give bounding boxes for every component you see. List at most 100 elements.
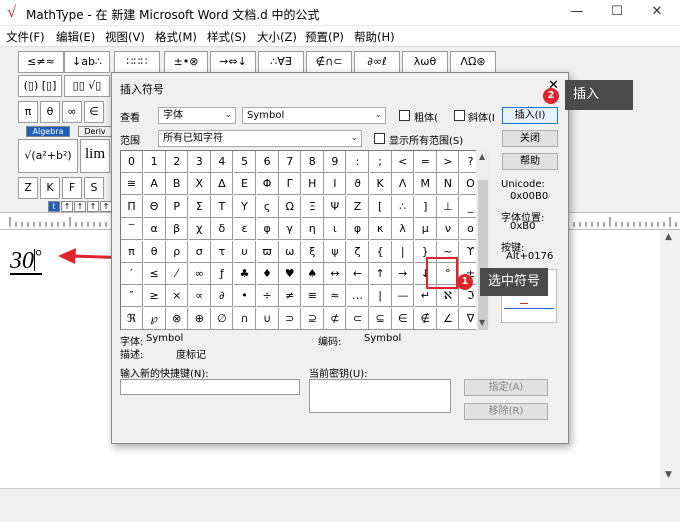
view-select[interactable]: 字体 ⌄ bbox=[158, 107, 236, 124]
symbol-cell[interactable]: Γ bbox=[279, 173, 302, 196]
symbol-cell[interactable]: ″ bbox=[121, 285, 143, 308]
symbol-cell[interactable]: ; bbox=[369, 151, 392, 173]
symbol-cell[interactable]: | bbox=[392, 240, 415, 263]
symbol-cell[interactable]: ρ bbox=[166, 240, 189, 263]
symbol-cell[interactable]: Ι bbox=[324, 173, 347, 196]
symbol-cell[interactable]: ω bbox=[279, 240, 302, 263]
symbol-cell[interactable]: × bbox=[166, 285, 189, 308]
symbol-cell[interactable]: ≈ bbox=[324, 285, 347, 308]
symbol-cell[interactable]: 3 bbox=[188, 151, 211, 173]
symbol-cell[interactable]: ⊄ bbox=[324, 307, 347, 330]
symbol-cell[interactable]: 7 bbox=[279, 151, 302, 173]
grid-scroll-thumb[interactable] bbox=[478, 180, 488, 330]
symbol-cell[interactable]: 8 bbox=[301, 151, 324, 173]
symbol-cell[interactable]: η bbox=[301, 218, 324, 241]
symbol-cell[interactable]: ♣ bbox=[234, 263, 256, 285]
symbol-cell[interactable]: β bbox=[166, 218, 189, 241]
symbol-cell[interactable]: ι bbox=[324, 218, 347, 241]
bold-checkbox[interactable] bbox=[399, 110, 410, 121]
symbol-cell[interactable]: Β bbox=[166, 173, 189, 196]
symbol-cell[interactable]: Υ bbox=[234, 195, 256, 218]
symbol-cell[interactable]: { bbox=[369, 240, 392, 263]
symbol-cell[interactable]: ♠ bbox=[301, 263, 324, 285]
symbol-cell[interactable]: 0 bbox=[121, 151, 143, 173]
symbol-cell[interactable]: ′ bbox=[121, 263, 143, 285]
symbol-cell[interactable]: ÷ bbox=[256, 285, 279, 308]
close-button[interactable]: 关闭 bbox=[502, 130, 558, 147]
symbol-cell[interactable]: Α bbox=[143, 173, 166, 196]
symbol-cell[interactable]: σ bbox=[188, 240, 211, 263]
show-all-ranges-checkbox[interactable] bbox=[374, 133, 385, 144]
symbol-cell[interactable]: ξ bbox=[301, 240, 324, 263]
symbol-cell[interactable]: ⊆ bbox=[369, 307, 392, 330]
symbol-cell[interactable]: Τ bbox=[211, 195, 234, 218]
symbol-cell[interactable]: 2 bbox=[166, 151, 189, 173]
symbol-cell[interactable]: Ε bbox=[234, 173, 256, 196]
symbol-cell[interactable]: ] bbox=[414, 195, 437, 218]
symbol-cell[interactable]: ν bbox=[437, 218, 460, 241]
symbol-cell[interactable]: υ bbox=[234, 240, 256, 263]
symbol-cell[interactable]: → bbox=[392, 263, 415, 285]
symbol-cell[interactable]: : bbox=[347, 151, 369, 173]
shortcut-input[interactable] bbox=[120, 379, 300, 395]
symbol-cell[interactable]: < bbox=[392, 151, 415, 173]
symbol-cell[interactable]: ≥ bbox=[143, 285, 166, 308]
insert-button[interactable]: 插入(I) bbox=[502, 107, 558, 124]
symbol-cell[interactable]: Π bbox=[121, 195, 143, 218]
symbol-cell[interactable]: Μ bbox=[414, 173, 437, 196]
symbol-cell[interactable]: ∴ bbox=[392, 195, 415, 218]
symbol-cell[interactable]: | bbox=[369, 285, 392, 308]
symbol-cell[interactable]: 5 bbox=[234, 151, 256, 173]
symbol-cell[interactable]: ⊇ bbox=[301, 307, 324, 330]
symbol-cell[interactable]: = bbox=[414, 151, 437, 173]
symbol-cell[interactable]: χ bbox=[188, 218, 211, 241]
symbol-cell[interactable]: ζ bbox=[347, 240, 369, 263]
symbol-cell[interactable]: ∝ bbox=[188, 285, 211, 308]
symbol-cell[interactable]: γ bbox=[279, 218, 302, 241]
symbol-cell[interactable]: ♥ bbox=[279, 263, 302, 285]
symbol-cell[interactable]: 9 bbox=[324, 151, 347, 173]
symbol-cell[interactable]: μ bbox=[414, 218, 437, 241]
symbol-cell[interactable]: ψ bbox=[324, 240, 347, 263]
symbol-cell[interactable]: ⊃ bbox=[279, 307, 302, 330]
symbol-cell[interactable]: ♦ bbox=[256, 263, 279, 285]
symbol-cell[interactable]: Ξ bbox=[301, 195, 324, 218]
symbol-cell[interactable]: Θ bbox=[143, 195, 166, 218]
symbol-cell[interactable]: ‾ bbox=[121, 218, 143, 241]
symbol-cell[interactable]: ⊂ bbox=[347, 307, 369, 330]
symbol-cell[interactable]: ⁄ bbox=[166, 263, 189, 285]
symbol-cell[interactable]: ⊥ bbox=[437, 195, 460, 218]
grid-scroll-down-icon[interactable]: ▼ bbox=[479, 318, 485, 327]
symbol-cell[interactable]: 1 bbox=[143, 151, 166, 173]
symbol-cell[interactable]: Σ bbox=[188, 195, 211, 218]
symbol-cell[interactable]: τ bbox=[211, 240, 234, 263]
symbol-cell[interactable]: Δ bbox=[211, 173, 234, 196]
symbol-cell[interactable]: λ bbox=[392, 218, 415, 241]
symbol-cell[interactable]: φ bbox=[256, 218, 279, 241]
symbol-cell[interactable]: ↑ bbox=[369, 263, 392, 285]
symbol-cell[interactable]: Λ bbox=[392, 173, 415, 196]
symbol-cell[interactable]: Ζ bbox=[347, 195, 369, 218]
symbol-cell[interactable]: π bbox=[121, 240, 143, 263]
symbol-cell[interactable]: Ν bbox=[437, 173, 460, 196]
symbol-cell[interactable]: … bbox=[347, 285, 369, 308]
symbol-cell[interactable]: ∪ bbox=[256, 307, 279, 330]
help-button[interactable]: 帮助 bbox=[502, 153, 558, 170]
symbol-cell[interactable]: 4 bbox=[211, 151, 234, 173]
symbol-cell[interactable]: ∈ bbox=[392, 307, 415, 330]
assign-button[interactable]: 指定(A) bbox=[464, 379, 548, 396]
symbol-cell[interactable]: ≠ bbox=[279, 285, 302, 308]
symbol-cell[interactable]: ≅ bbox=[121, 173, 143, 196]
symbol-cell[interactable]: ∂ bbox=[211, 285, 234, 308]
symbol-cell[interactable]: — bbox=[392, 285, 415, 308]
range-select[interactable]: 所有已知字符 ⌄ bbox=[158, 130, 362, 147]
symbol-cell[interactable]: ϑ bbox=[347, 173, 369, 196]
symbol-cell[interactable]: κ bbox=[369, 218, 392, 241]
symbol-cell[interactable]: 6 bbox=[256, 151, 279, 173]
symbol-cell[interactable]: ∅ bbox=[211, 307, 234, 330]
symbol-cell[interactable]: ∉ bbox=[414, 307, 437, 330]
symbol-cell[interactable]: Ρ bbox=[166, 195, 189, 218]
symbol-cell[interactable]: θ bbox=[143, 240, 166, 263]
symbol-cell[interactable]: ε bbox=[234, 218, 256, 241]
symbol-cell[interactable]: Φ bbox=[256, 173, 279, 196]
